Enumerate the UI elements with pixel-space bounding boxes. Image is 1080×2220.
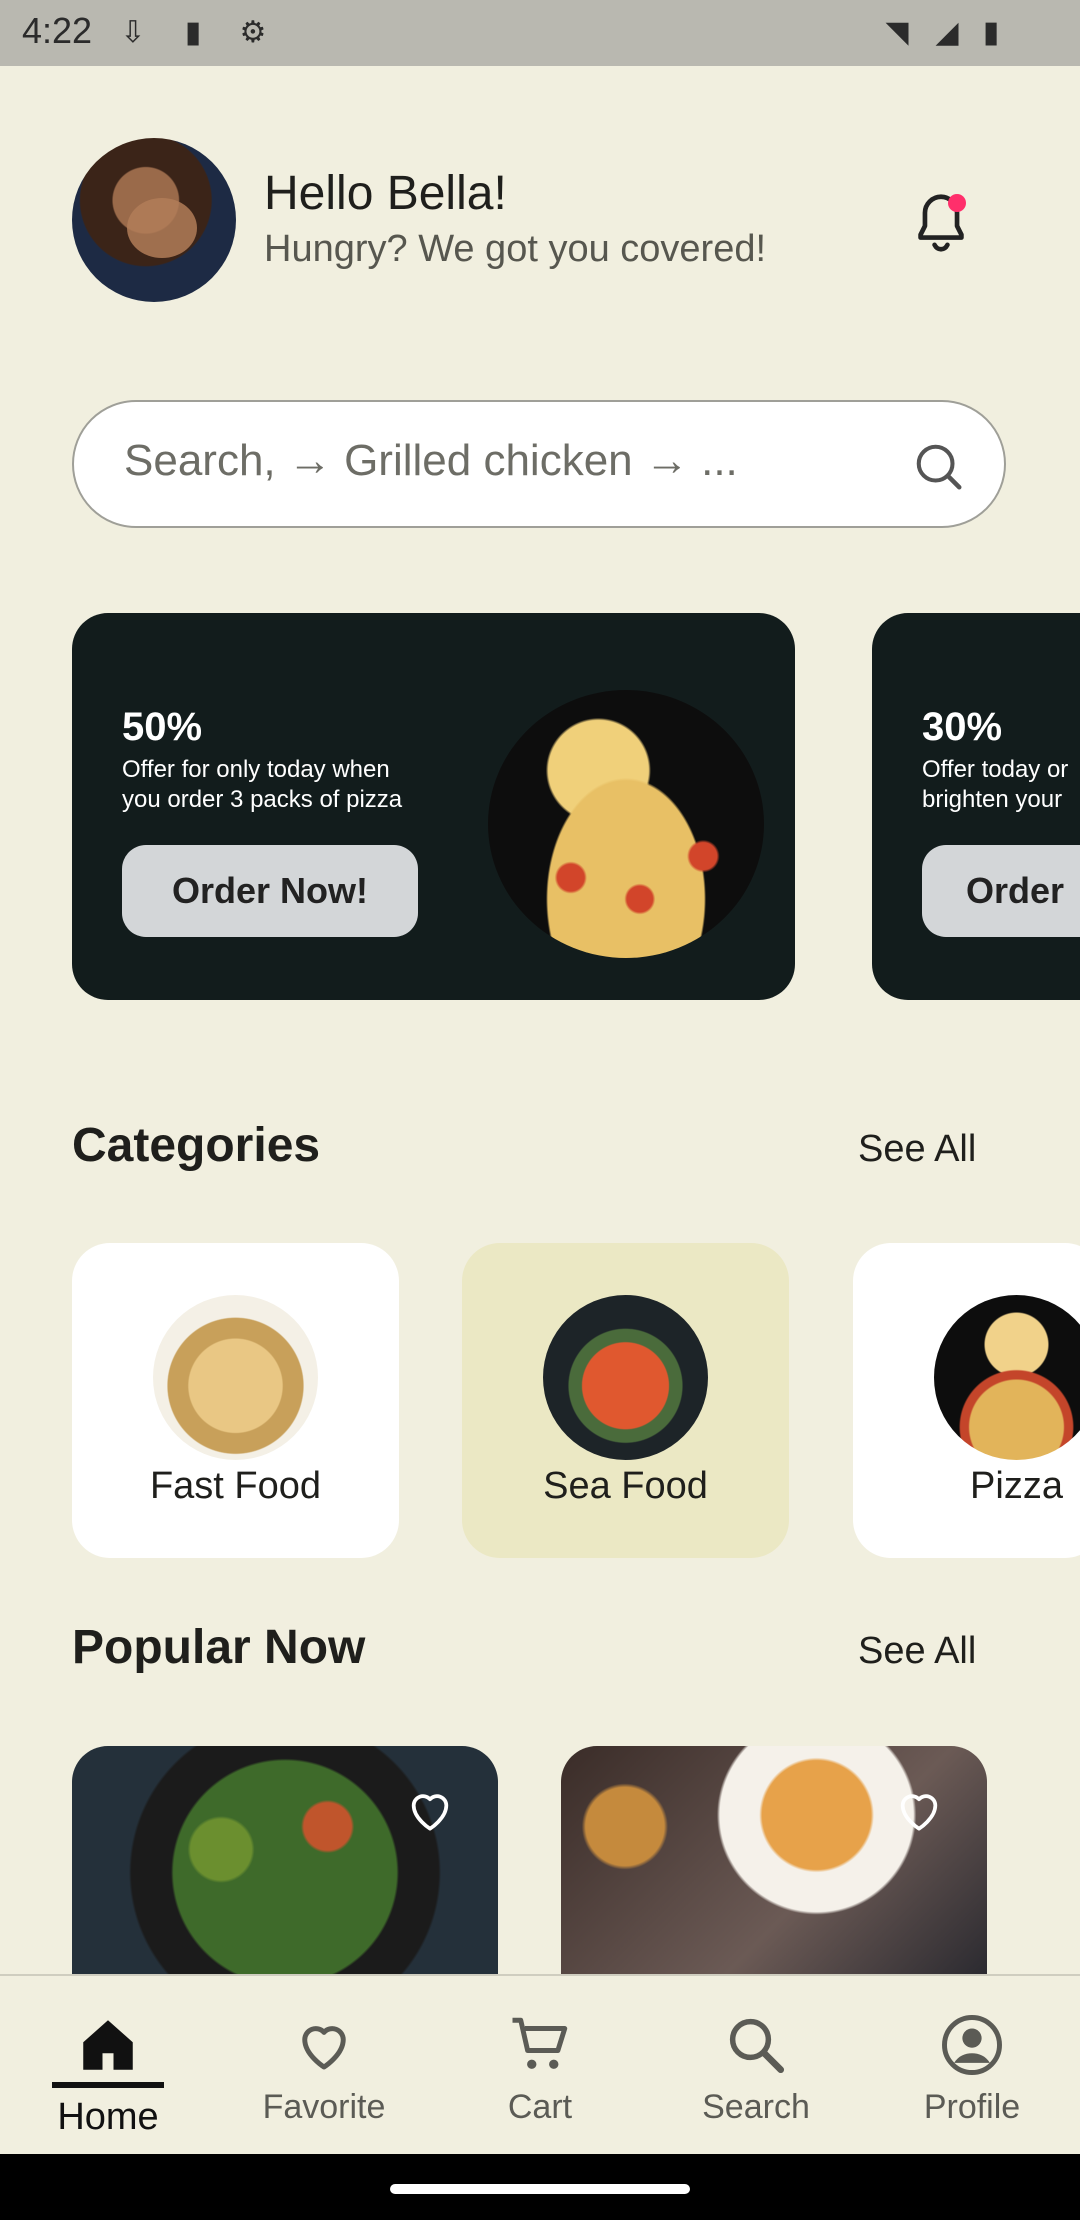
nav-label: Home [57, 2096, 159, 2138]
search-input[interactable]: Search, → Grilled chicken → ... [72, 400, 1006, 528]
nav-label: Favorite [262, 2088, 386, 2126]
bell-icon[interactable] [906, 188, 976, 258]
category-card-fast-food[interactable]: Fast Food [72, 1243, 399, 1558]
fast-food-image [153, 1295, 318, 1460]
signal-icon: ◢ [935, 16, 959, 49]
category-label: Sea Food [543, 1465, 708, 1507]
heart-icon [302, 2026, 346, 2070]
category-card-pizza[interactable]: Pizza [853, 1243, 1080, 1558]
bottom-navigation: Home Favorite Cart Search Profile [0, 1974, 1080, 2156]
wifi-icon: ◥ [885, 16, 909, 49]
promo-pizza-image [488, 690, 764, 958]
order-button[interactable]: Order [922, 845, 1080, 937]
sea-food-image [543, 1295, 708, 1460]
heart-icon[interactable] [402, 1782, 458, 1838]
popular-item-card[interactable] [561, 1746, 987, 1976]
category-label: Fast Food [149, 1465, 322, 1507]
nav-label: Search [702, 2088, 810, 2126]
nav-label: Cart [507, 2088, 573, 2126]
promo-text-line1: Offer for only today when [122, 756, 390, 783]
promo-percent: 50% [122, 705, 203, 749]
nav-item-search[interactable]: Search [648, 1976, 864, 2156]
status-time: 4:22 [22, 10, 93, 51]
order-now-button[interactable]: Order Now! [122, 845, 418, 937]
popular-see-all-link[interactable]: See All [858, 1630, 976, 1673]
heart-icon[interactable] [891, 1782, 947, 1838]
nav-item-cart[interactable]: Cart [432, 1976, 648, 2156]
status-bar: 4:22 ⇩ ▮ ⚙ ◥ ◢ ▮ [0, 0, 1080, 66]
download-icon: ⇩ [120, 16, 146, 49]
promo-card[interactable]: 30% Offer today or brighten your Order [872, 613, 1080, 1000]
search-placeholder: Search, → Grilled chicken → ... [124, 436, 738, 485]
settings-icon: ⚙ [239, 16, 267, 49]
search-icon[interactable] [912, 440, 966, 494]
greeting-title: Hello Bella! [264, 167, 507, 220]
profile-icon [942, 2015, 1002, 2075]
home-gesture-handle[interactable] [390, 2184, 690, 2194]
greeting-subtitle: Hungry? We got you covered! [264, 228, 767, 270]
promo-text-line1: Offer today or [922, 756, 1069, 783]
nav-item-favorite[interactable]: Favorite [216, 1976, 432, 2156]
nav-item-home[interactable]: Home [0, 1976, 216, 2156]
avatar[interactable] [72, 138, 236, 302]
popular-item-card[interactable] [72, 1746, 498, 1976]
categories-see-all-link[interactable]: See All [858, 1128, 976, 1171]
sd-card-icon: ▮ [184, 16, 202, 49]
notification-dot [948, 194, 966, 212]
nav-item-profile[interactable]: Profile [864, 1976, 1080, 2156]
promo-card[interactable]: 50% Offer for only today when you order … [72, 613, 795, 1000]
promo-text-line2: you order 3 packs of pizza [122, 786, 403, 813]
nav-label: Profile [923, 2088, 1021, 2126]
search-icon [729, 2018, 785, 2074]
home-icon [83, 2020, 133, 2070]
cart-icon [512, 2017, 568, 2069]
categories-title: Categories [72, 1119, 321, 1172]
popular-title: Popular Now [72, 1621, 366, 1674]
battery-icon: ▮ [982, 16, 1000, 49]
active-indicator [52, 2082, 164, 2088]
promo-text-line2: brighten your [922, 786, 1063, 813]
category-card-sea-food[interactable]: Sea Food [462, 1243, 789, 1558]
promo-percent: 30% [922, 705, 1003, 749]
pizza-image [934, 1295, 1080, 1460]
category-label: Pizza [970, 1465, 1063, 1507]
